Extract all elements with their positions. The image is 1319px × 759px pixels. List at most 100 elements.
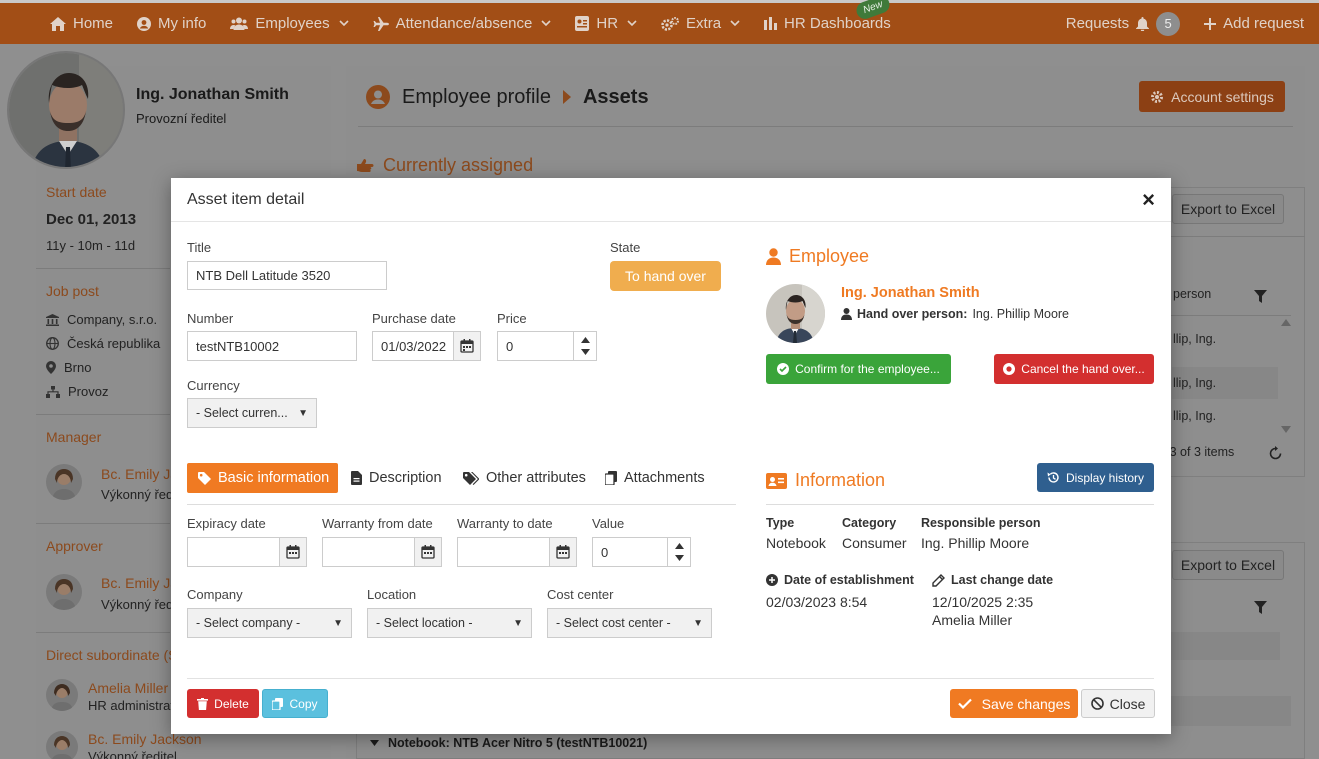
price-input[interactable]: 0: [497, 331, 597, 361]
export-excel-button-1[interactable]: Export to Excel: [1172, 194, 1284, 224]
department-value: Provoz: [68, 384, 109, 399]
approver-name[interactable]: Bc. Emily Ja: [101, 575, 178, 591]
tab-attachments[interactable]: Attachments: [605, 463, 705, 493]
company-row: Company, s.r.o.: [46, 312, 157, 327]
stepper-down-icon[interactable]: [675, 555, 684, 561]
purchase-date-input[interactable]: 01/03/2022: [372, 331, 481, 361]
tab-other-attributes[interactable]: Other attributes: [463, 463, 586, 493]
copy-button[interactable]: Copy: [262, 689, 328, 718]
table-scrollbar[interactable]: [1280, 316, 1292, 436]
company-value: Company, s.r.o.: [67, 312, 158, 327]
employee-name-link[interactable]: Ing. Jonathan Smith: [841, 285, 980, 301]
value-stepper[interactable]: [667, 538, 690, 566]
title-input[interactable]: NTB Dell Latitude 3520: [187, 261, 387, 290]
company-select[interactable]: - Select company - ▼: [187, 608, 352, 638]
calendar-icon[interactable]: [549, 538, 576, 566]
cancel-button-label: Cancel the hand over...: [1021, 362, 1145, 376]
confirm-for-employee-button[interactable]: Confirm for the employee...: [766, 354, 951, 384]
refresh-icon[interactable]: [1268, 446, 1283, 461]
account-settings-button[interactable]: Account settings: [1139, 81, 1285, 112]
price-value: 0: [506, 338, 514, 354]
price-stepper[interactable]: [573, 332, 596, 360]
nav-extra[interactable]: Extra: [649, 3, 752, 44]
date-established-value: 02/03/2023 8:54: [766, 594, 868, 610]
ban-icon: [1090, 697, 1104, 710]
filter-icon[interactable]: [1254, 601, 1267, 614]
location-select-value: - Select location -: [376, 616, 473, 630]
group-row[interactable]: Notebook: NTB Acer Nitro 5 (testNTB10021…: [370, 736, 647, 750]
value-input[interactable]: 0: [592, 537, 691, 567]
warranty-from-input[interactable]: [322, 537, 442, 567]
purchase-date-value: 01/03/2022: [381, 338, 447, 354]
pencil-icon: [932, 573, 945, 587]
dropdown-caret-icon: ▼: [298, 407, 308, 419]
calendar-icon[interactable]: [453, 332, 480, 360]
globe-icon: [46, 337, 59, 350]
nav-add-request[interactable]: Add request: [1192, 3, 1319, 44]
nav-my-info[interactable]: My info: [125, 3, 218, 44]
subordinate-1-name[interactable]: Amelia Miller: [88, 680, 168, 696]
currency-select-value: - Select curren...: [196, 406, 288, 420]
sitemap-icon: [46, 385, 60, 398]
stepper-down-icon[interactable]: [581, 349, 590, 355]
tenure-value: 11y - 10m - 11d: [46, 238, 136, 253]
dropdown-caret-icon: ▼: [513, 617, 523, 629]
tag-icon: [198, 471, 211, 485]
top-navigation: Home My info Employees Attendance/absenc…: [0, 0, 1319, 44]
stepper-up-icon[interactable]: [581, 337, 590, 343]
tab-attachments-label: Attachments: [624, 470, 705, 486]
export-excel-button-2[interactable]: Export to Excel: [1172, 550, 1284, 580]
col-person-header[interactable]: person: [1173, 287, 1211, 301]
breadcrumb-profile[interactable]: Employee profile: [402, 86, 551, 109]
caret-right-icon: [562, 90, 571, 104]
nav-hr[interactable]: HR: [563, 3, 649, 44]
type-value: Notebook: [766, 535, 826, 551]
calendar-icon[interactable]: [414, 538, 441, 566]
cancel-hand-over-button[interactable]: Cancel the hand over...: [994, 354, 1154, 384]
tab-description[interactable]: Description: [351, 463, 442, 493]
expiracy-date-input[interactable]: [187, 537, 307, 567]
nav-employees[interactable]: Employees: [218, 3, 360, 44]
dropdown-caret-icon: ▼: [693, 617, 703, 629]
table-cell: llip, Ing.: [1173, 332, 1217, 346]
nav-hr-dashboards-label: HR Dashboards: [784, 15, 891, 32]
nav-home[interactable]: Home: [0, 3, 125, 44]
save-changes-button[interactable]: Save changes: [950, 689, 1078, 718]
title-label: Title: [187, 240, 212, 255]
filter-icon[interactable]: [1254, 290, 1267, 303]
employee-title: Employee: [789, 246, 870, 266]
sidebar-employee-name: Ing. Jonathan Smith: [136, 86, 289, 103]
display-history-button[interactable]: Display history: [1037, 463, 1154, 492]
location-select[interactable]: - Select location - ▼: [367, 608, 532, 638]
asset-detail-modal: Asset item detail × Title NTB Dell Latit…: [171, 178, 1171, 734]
nav-attendance[interactable]: Attendance/absence: [361, 3, 564, 44]
modal-close-button[interactable]: ×: [1142, 188, 1155, 211]
nav-requests[interactable]: Requests 5: [1054, 3, 1192, 44]
category-value: Consumer: [842, 535, 907, 551]
table-cell: llip, Ing.: [1173, 376, 1217, 390]
warranty-from-label: Warranty from date: [322, 516, 433, 531]
bank-icon: [46, 313, 59, 326]
hand-point-icon: [356, 158, 374, 174]
nav-employees-label: Employees: [255, 15, 330, 32]
nav-requests-label: Requests: [1065, 15, 1130, 32]
warranty-to-input[interactable]: [457, 537, 577, 567]
currency-select[interactable]: - Select curren... ▼: [187, 398, 317, 428]
manager-label: Manager: [46, 429, 102, 445]
state-badge: To hand over: [610, 261, 721, 291]
confirm-button-label: Confirm for the employee...: [795, 362, 940, 376]
caret-down-icon: [370, 740, 379, 746]
user-circle-icon: [137, 16, 152, 31]
last-change-heading: Last change date: [932, 573, 1053, 587]
nav-extra-label: Extra: [686, 15, 722, 32]
department-row: Provoz: [46, 384, 108, 399]
number-input[interactable]: testNTB10002: [187, 331, 357, 361]
tab-basic-information[interactable]: Basic information: [187, 463, 338, 493]
cost-center-select[interactable]: - Select cost center - ▼: [547, 608, 712, 638]
delete-button[interactable]: Delete: [187, 689, 259, 718]
manager-name[interactable]: Bc. Emily Ja: [101, 466, 178, 482]
close-button[interactable]: Close: [1081, 689, 1155, 718]
calendar-icon[interactable]: [279, 538, 306, 566]
modal-header: Asset item detail ×: [171, 178, 1171, 222]
stepper-up-icon[interactable]: [675, 543, 684, 549]
